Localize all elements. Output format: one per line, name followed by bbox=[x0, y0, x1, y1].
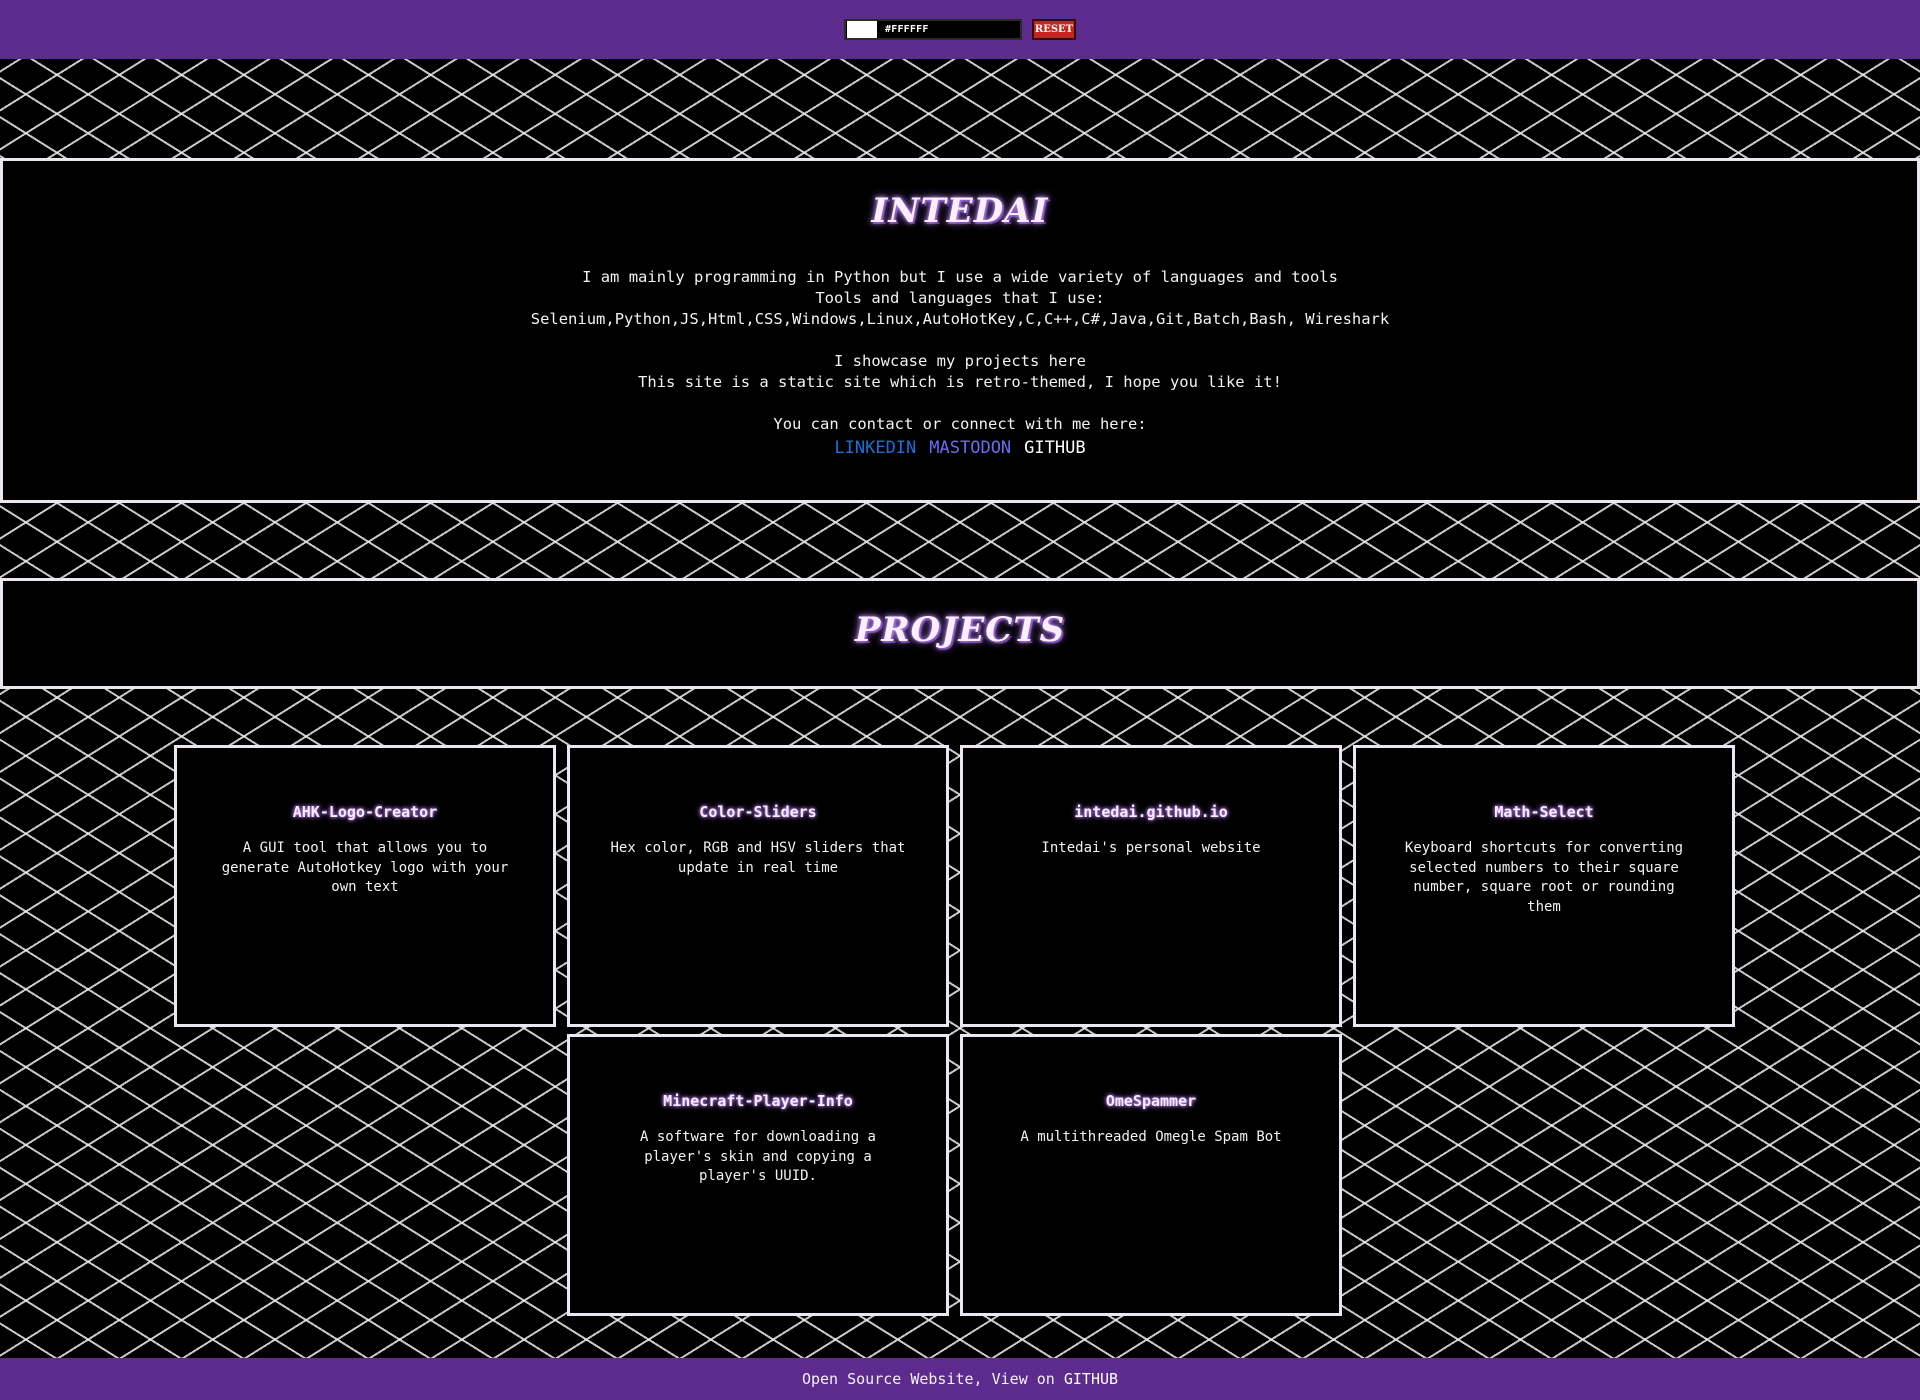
project-card[interactable]: Minecraft-Player-Info A software for dow… bbox=[567, 1034, 949, 1316]
project-card[interactable]: Color-Sliders Hex color, RGB and HSV sli… bbox=[567, 745, 949, 1027]
project-title[interactable]: Color-Sliders bbox=[570, 803, 946, 821]
project-description: A multithreaded Omegle Spam Bot bbox=[1020, 1129, 1282, 1145]
project-title[interactable]: Math-Select bbox=[1356, 803, 1732, 821]
project-description: Keyboard shortcuts for converting select… bbox=[1404, 840, 1684, 915]
project-card[interactable]: OmeSpammer A multithreaded Omegle Spam B… bbox=[960, 1034, 1342, 1316]
color-input[interactable]: #FFFFFF bbox=[844, 19, 1022, 40]
intro-line: I am mainly programming in Python but I … bbox=[582, 268, 1338, 286]
footer-github-link[interactable]: GITHUB bbox=[1064, 1370, 1118, 1388]
projects-title: PROJECTS bbox=[854, 610, 1066, 650]
site-title: INTEDAI bbox=[871, 191, 1049, 231]
contact-line: You can contact or connect with me here: bbox=[773, 415, 1147, 433]
project-title[interactable]: intedai.github.io bbox=[963, 803, 1339, 821]
project-title[interactable]: Minecraft-Player-Info bbox=[570, 1092, 946, 1110]
project-title[interactable]: OmeSpammer bbox=[963, 1092, 1339, 1110]
footer: Open Source Website, View on GITHUB bbox=[0, 1358, 1920, 1400]
site-note-line: This site is a static site which is retr… bbox=[638, 373, 1282, 391]
color-swatch[interactable] bbox=[847, 21, 877, 38]
linkedin-link[interactable]: LINKEDIN bbox=[834, 438, 916, 459]
project-description: A software for downloading a player's sk… bbox=[639, 1129, 876, 1184]
project-description: Intedai's personal website bbox=[1041, 840, 1261, 856]
project-description: A GUI tool that allows you to generate A… bbox=[221, 840, 509, 895]
project-card[interactable]: intedai.github.io Intedai's personal web… bbox=[960, 745, 1342, 1027]
project-card[interactable]: Math-Select Keyboard shortcuts for conve… bbox=[1353, 745, 1735, 1027]
top-bar: #FFFFFF RESET bbox=[0, 0, 1920, 59]
tools-heading: Tools and languages that I use: bbox=[815, 289, 1105, 307]
about-text: I am mainly programming in Python but I … bbox=[3, 267, 1917, 459]
project-card[interactable]: AHK-Logo-Creator A GUI tool that allows … bbox=[174, 745, 556, 1027]
reset-button[interactable]: RESET bbox=[1032, 19, 1076, 40]
project-description: Hex color, RGB and HSV sliders that upda… bbox=[610, 840, 906, 876]
mastodon-link[interactable]: MASTODON bbox=[929, 438, 1011, 459]
tools-list: Selenium,Python,JS,Html,CSS,Windows,Linu… bbox=[530, 310, 1390, 328]
showcase-line: I showcase my projects here bbox=[834, 352, 1086, 370]
about-panel: INTEDAI I am mainly programming in Pytho… bbox=[0, 158, 1920, 503]
github-link[interactable]: GITHUB bbox=[1024, 438, 1085, 459]
projects-header-panel: PROJECTS bbox=[0, 578, 1920, 689]
project-title[interactable]: AHK-Logo-Creator bbox=[177, 803, 553, 821]
color-picker: #FFFFFF RESET bbox=[844, 19, 1076, 40]
footer-text: Open Source Website, View on bbox=[801, 1370, 1064, 1388]
social-links: LINKEDIN MASTODON GITHUB bbox=[3, 438, 1917, 459]
hex-value-field[interactable]: #FFFFFF bbox=[885, 24, 1020, 35]
